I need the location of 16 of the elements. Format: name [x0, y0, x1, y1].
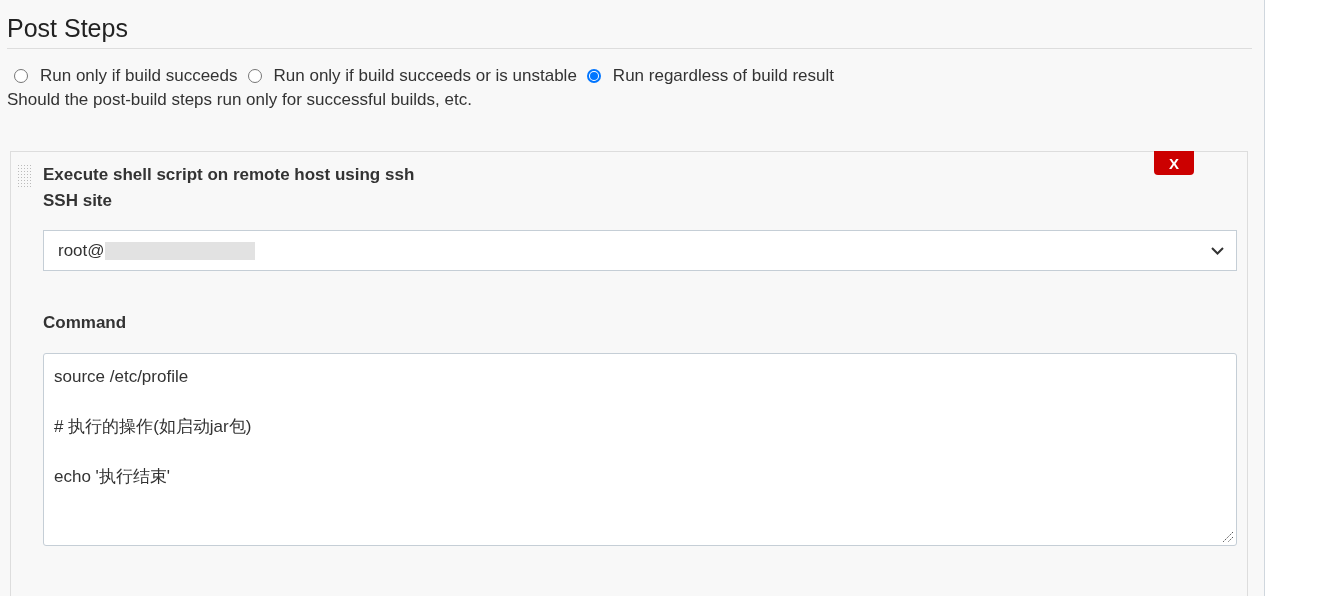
section-heading: Post Steps: [7, 14, 1252, 49]
step-title: Execute shell script on remote host using ssh: [43, 165, 416, 185]
radio-label[interactable]: Run regardless of build result: [612, 66, 834, 86]
resize-grip-icon[interactable]: [1222, 531, 1234, 543]
radio-button[interactable]: [14, 69, 28, 83]
help-text: Should the post-build steps run only for successful builds, etc.: [7, 90, 473, 110]
radio-label[interactable]: Run only if build succeeds: [40, 66, 238, 86]
field-label: SSH site: [43, 191, 113, 211]
ssh-site-select[interactable]: root@: [43, 230, 1237, 271]
radio-button[interactable]: [247, 69, 262, 83]
chevron-icon: [1211, 246, 1224, 255]
command-field[interactable]: source /etc/profile # 执行的操作(如启动jar包) echo '执行结束': [43, 353, 1237, 546]
radio-button[interactable]: [586, 69, 601, 83]
radio-label[interactable]: Run only if build succeeds or is unstable: [273, 66, 577, 86]
delete-button[interactable]: X: [1154, 151, 1194, 175]
field-label: Command: [43, 313, 128, 333]
